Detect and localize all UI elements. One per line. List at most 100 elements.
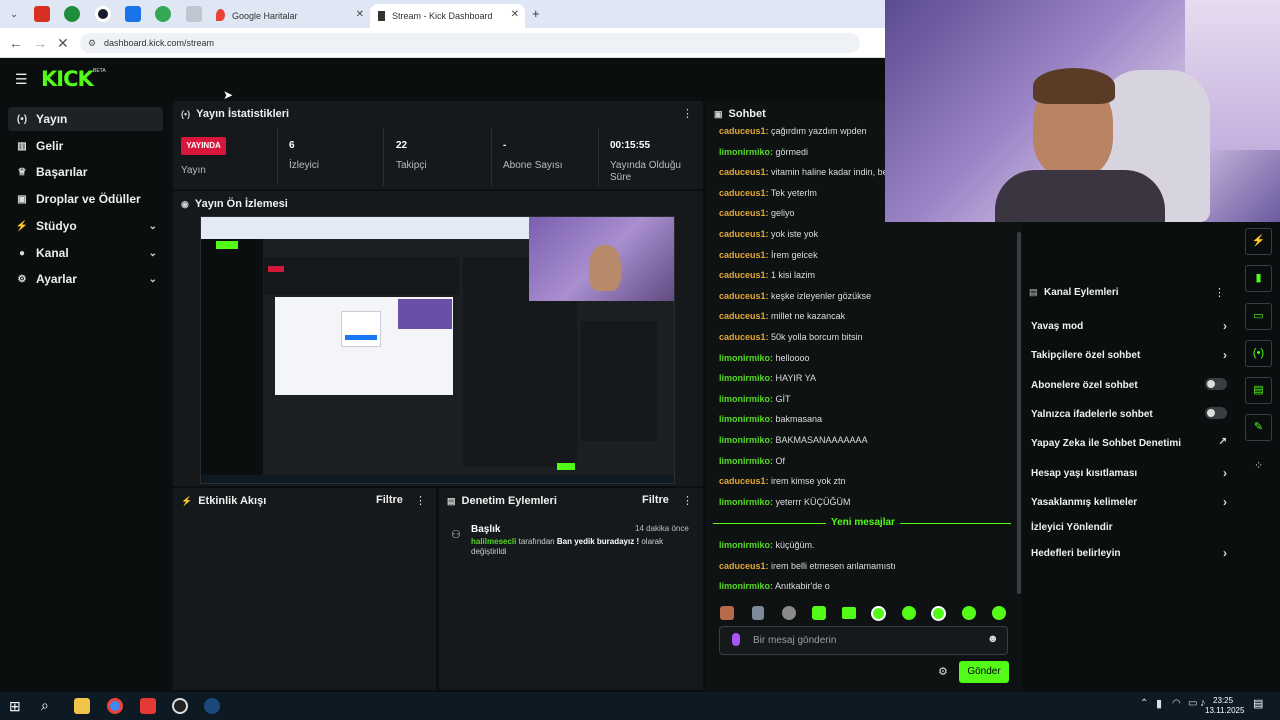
clock-date[interactable]: 13.11.2025 [1205,706,1244,715]
chat-username[interactable]: limonirmiko: [719,456,773,466]
channel-action-item[interactable]: İzleyici Yönlendir [1031,522,1231,533]
tab-google-maps[interactable]: Google Haritalar ✕ [210,4,370,28]
layout-icon[interactable]: ▤ [1245,377,1272,404]
chevron-right-icon[interactable]: › [1223,319,1227,333]
chevron-right-icon[interactable]: › [1223,546,1227,560]
stream-preview-video[interactable] [200,216,675,484]
forward-icon[interactable]: → [33,35,47,51]
chevron-down-icon[interactable]: ⌄ [149,248,157,259]
windows-start-icon[interactable]: ⊞ [9,698,21,715]
toggle-switch[interactable] [1205,378,1227,390]
tab-kick-dashboard[interactable]: Stream - Kick Dashboard ✕ [370,4,525,28]
chat-username[interactable]: limonirmiko: [719,414,773,424]
emote-icon[interactable] [782,606,796,620]
app-icon[interactable] [140,698,156,714]
wrench-icon[interactable]: ✎ [1245,414,1272,441]
chat-username[interactable]: caduceus1: [719,250,769,260]
tab-list-icon[interactable]: ⌄ [6,6,22,22]
chat-username[interactable]: caduceus1: [719,332,769,342]
chat-username[interactable]: caduceus1: [719,476,769,486]
channel-action-item[interactable]: Yasaklanmış kelimeler › [1031,495,1231,509]
tray-chevron-icon[interactable]: ⌃ [1140,698,1148,709]
pinned-tab-icon[interactable] [34,6,50,22]
more-options-icon[interactable]: ⋮ [415,494,426,507]
pinned-tab-icon[interactable] [125,6,141,22]
channel-action-item[interactable]: Hesap yaşı kısıtlaması › [1031,466,1231,480]
emote-icon[interactable] [931,606,946,621]
chat-username[interactable]: caduceus1: [719,126,769,136]
steam-icon[interactable] [204,698,220,714]
chevron-down-icon[interactable]: ⌄ [149,274,157,285]
emote-icon[interactable] [842,607,856,619]
chat-username[interactable]: caduceus1: [719,167,769,177]
chat-username[interactable]: caduceus1: [719,229,769,239]
chat-input[interactable]: Bir mesaj gönderin ☻ [719,626,1008,655]
chat-username[interactable]: caduceus1: [719,270,769,280]
emote-icon[interactable] [812,606,826,620]
chat-scrollbar[interactable] [1017,232,1021,594]
toggle-switch[interactable] [1205,407,1227,419]
url-field[interactable]: ⚙ dashboard.kick.com/stream [80,33,860,53]
emote-icon[interactable] [962,606,976,620]
chat-username[interactable]: caduceus1: [719,188,769,198]
more-options-icon[interactable]: ⋮ [682,107,693,120]
chevron-right-icon[interactable]: › [1223,495,1227,509]
emote-icon[interactable] [752,606,764,620]
chat-username[interactable]: limonirmiko: [719,540,773,550]
chevron-right-icon[interactable]: › [1223,348,1227,362]
chat-bubble-icon[interactable]: ▭ [1245,303,1272,330]
pinned-tab-icon[interactable] [186,6,202,22]
sidebar-item-basarilar[interactable]: ♕ Başarılar [8,160,163,184]
emote-icon[interactable] [992,606,1006,620]
chat-username[interactable]: limonirmiko: [719,394,773,404]
emoji-icon[interactable]: ☻ [987,633,999,645]
obs-icon[interactable] [172,698,188,714]
send-button[interactable]: Gönder [959,661,1009,683]
chat-username[interactable]: limonirmiko: [719,497,773,507]
search-icon[interactable]: ⌕ [41,697,49,714]
emote-icon[interactable] [902,606,916,620]
stop-icon[interactable]: ✕ [57,35,69,52]
chevron-right-icon[interactable]: › [1223,466,1227,480]
broadcast-icon[interactable]: (•) [1245,340,1272,367]
sidebar-item-kanal[interactable]: ● Kanal ⌄ [8,241,163,265]
new-tab-button[interactable]: + [532,6,540,21]
clipboard-icon[interactable]: ▮ [1245,265,1272,292]
microphone-tray-icon[interactable]: ▮ [1156,697,1162,710]
chat-settings-icon[interactable]: ⚙ [938,665,948,678]
chrome-icon[interactable] [107,698,123,714]
channel-action-item[interactable]: Hedefleri belirleyin › [1031,546,1231,560]
network-icon[interactable]: ▭ [1188,698,1197,709]
close-tab-icon[interactable]: ✕ [356,9,364,20]
pinned-tab-icon[interactable] [95,6,111,22]
filter-button[interactable]: Filtre [642,494,669,506]
chat-username[interactable]: limonirmiko: [719,435,773,445]
wifi-icon[interactable]: ◠ [1172,698,1181,709]
kick-logo[interactable]: KICK [41,67,94,91]
channel-action-item[interactable]: Takipçilere özel sohbet › [1031,348,1231,362]
chat-username[interactable]: caduceus1: [719,561,769,571]
chat-username[interactable]: limonirmiko: [719,373,773,383]
pinned-tab-icon[interactable] [155,6,171,22]
channel-action-item[interactable]: Yavaş mod › [1031,319,1231,333]
chevron-down-icon[interactable]: ⌄ [149,221,157,232]
microphone-icon[interactable] [732,633,740,646]
more-options-icon[interactable]: ⋮ [1214,286,1225,299]
file-explorer-icon[interactable] [74,698,90,714]
more-options-icon[interactable]: ⋮ [682,494,693,507]
pinned-tab-icon[interactable] [64,6,80,22]
site-info-icon[interactable]: ⚙ [88,33,96,53]
chat-username[interactable]: caduceus1: [719,208,769,218]
chat-username[interactable]: limonirmiko: [719,581,773,591]
emote-icon[interactable] [871,606,886,621]
clock-time[interactable]: 23:25 [1213,696,1233,705]
add-widget-icon[interactable]: ⁘ [1254,459,1263,472]
channel-action-item[interactable]: Abonelere özel sohbet [1031,378,1231,391]
external-link-icon[interactable]: ↗ [1219,436,1227,447]
lightning-icon[interactable]: ⚡ [1245,228,1272,255]
sidebar-item-yayin[interactable]: (•) Yayın [8,107,163,131]
chat-username[interactable]: limonirmiko: [719,147,773,157]
filter-button[interactable]: Filtre [376,494,403,506]
chat-username[interactable]: caduceus1: [719,291,769,301]
emote-icon[interactable] [720,606,734,620]
